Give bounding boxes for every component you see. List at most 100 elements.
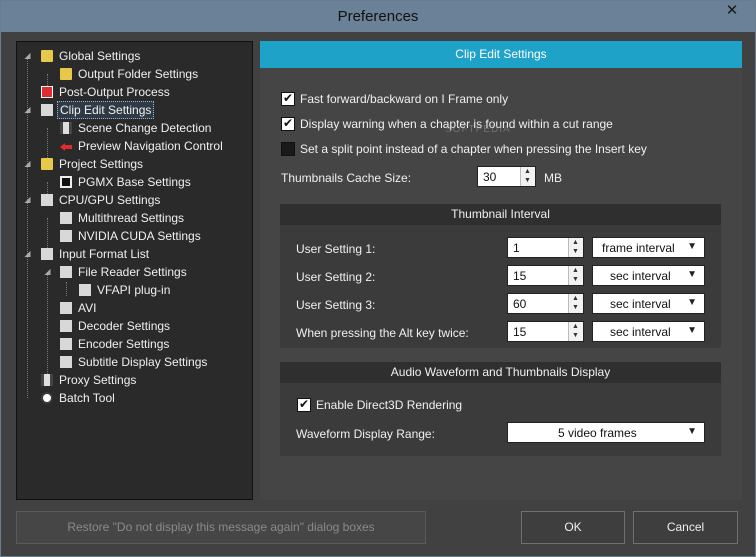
- folder-icon: [60, 68, 72, 80]
- folder-icon: [41, 50, 53, 62]
- tree-connector: [47, 272, 48, 376]
- audio-waveform-section: Audio Waveform and Thumbnails Display En…: [280, 362, 721, 456]
- tree-item-label: AVI: [78, 301, 97, 315]
- close-icon[interactable]: ✕: [717, 1, 747, 21]
- red-square-icon: [41, 86, 53, 98]
- settings-tree[interactable]: ◢ Global Settings Output Folder Settings…: [16, 41, 253, 500]
- waveform-range-label: Waveform Display Range:: [296, 427, 435, 441]
- watermark: SOFTPEDIA: [445, 124, 511, 135]
- chevron-down-icon: ▼: [687, 241, 697, 252]
- document-icon: [60, 302, 72, 314]
- cancel-button[interactable]: Cancel: [633, 511, 738, 544]
- window-title: Preferences: [337, 8, 419, 25]
- audio-waveform-title: Audio Waveform and Thumbnails Display: [280, 362, 721, 383]
- chapter-warning-checkbox[interactable]: [281, 116, 295, 131]
- split-point-label: Set a split point instead of a chapter w…: [300, 142, 647, 156]
- down-arrow-icon[interactable]: ▼: [572, 276, 579, 283]
- tree-item-label: Subtitle Display Settings: [78, 355, 208, 369]
- arrow-icon: [60, 140, 72, 152]
- title-bar[interactable]: Preferences ✕: [1, 1, 755, 32]
- document-icon: [41, 194, 53, 206]
- up-arrow-icon[interactable]: ▲: [572, 323, 579, 330]
- spinner-arrows[interactable]: ▲ ▼: [568, 322, 583, 341]
- user-setting-3-value: 60: [513, 297, 527, 311]
- tree-item-label: CPU/GPU Settings: [59, 193, 161, 207]
- document-icon: [60, 320, 72, 332]
- cache-size-spinner[interactable]: 30 ▲ ▼: [477, 166, 536, 187]
- collapse-icon[interactable]: ◢: [23, 105, 32, 114]
- user-setting-3-spinner[interactable]: 60 ▲ ▼: [507, 293, 584, 314]
- settings-panel: Clip Edit Settings Fast forward/backward…: [260, 41, 742, 500]
- document-icon: [60, 230, 72, 242]
- dropdown-value: sec interval: [610, 297, 671, 311]
- fast-forward-label: Fast forward/backward on I Frame only: [300, 92, 509, 106]
- split-point-checkbox[interactable]: [281, 142, 295, 156]
- restore-dialogs-button[interactable]: Restore "Do not display this message aga…: [16, 511, 426, 544]
- pgmx-icon: [60, 176, 72, 188]
- tree-item-label: VFAPI plug-in: [97, 283, 171, 297]
- film-icon: [60, 122, 72, 134]
- down-arrow-icon[interactable]: ▼: [524, 177, 531, 184]
- cache-size-unit: MB: [544, 171, 562, 185]
- up-arrow-icon[interactable]: ▲: [572, 267, 579, 274]
- alt-key-unit-dropdown[interactable]: sec interval ▼: [592, 321, 705, 342]
- user-setting-2-label: User Setting 2:: [296, 270, 376, 284]
- cache-size-value: 30: [483, 170, 497, 184]
- tree-item-label: Post-Output Process: [59, 85, 170, 99]
- document-icon: [41, 104, 53, 116]
- direct3d-checkbox[interactable]: [297, 397, 311, 412]
- chevron-down-icon: ▼: [687, 325, 697, 336]
- user-setting-1-unit-dropdown[interactable]: frame interval ▼: [592, 237, 705, 258]
- tree-connector: [47, 218, 48, 250]
- chevron-down-icon: ▼: [687, 426, 697, 437]
- user-setting-1-label: User Setting 1:: [296, 242, 376, 256]
- user-setting-2-unit-dropdown[interactable]: sec interval ▼: [592, 265, 705, 286]
- dropdown-value: sec interval: [610, 325, 671, 339]
- up-arrow-icon[interactable]: ▲: [572, 295, 579, 302]
- dropdown-value: frame interval: [602, 241, 675, 255]
- alt-key-value: 15: [513, 325, 527, 339]
- film-icon: [41, 374, 53, 386]
- thumbnail-interval-section: Thumbnail Interval User Setting 1: 1 ▲ ▼ …: [280, 204, 721, 348]
- direct3d-label: Enable Direct3D Rendering: [316, 398, 463, 412]
- panel-body: Fast forward/backward on I Frame only Di…: [260, 68, 742, 500]
- tree-item-label: File Reader Settings: [78, 265, 187, 279]
- tree-item-label: NVIDIA CUDA Settings: [78, 229, 201, 243]
- tree-item-label: Proxy Settings: [59, 373, 137, 387]
- monitor-icon: [79, 284, 91, 296]
- down-arrow-icon[interactable]: ▼: [572, 248, 579, 255]
- alt-key-label: When pressing the Alt key twice:: [296, 326, 469, 340]
- chevron-down-icon: ▼: [687, 269, 697, 280]
- thumbnail-interval-title: Thumbnail Interval: [280, 204, 721, 225]
- ok-button[interactable]: OK: [521, 511, 625, 544]
- collapse-icon[interactable]: ◢: [23, 51, 32, 60]
- collapse-icon[interactable]: ◢: [23, 249, 32, 258]
- spinner-arrows[interactable]: ▲ ▼: [568, 238, 583, 257]
- tree-item-label: Encoder Settings: [78, 337, 170, 351]
- down-arrow-icon[interactable]: ▼: [572, 304, 579, 311]
- fast-forward-checkbox[interactable]: [281, 91, 295, 106]
- collapse-icon[interactable]: ◢: [23, 159, 32, 168]
- document-icon: [60, 212, 72, 224]
- up-arrow-icon[interactable]: ▲: [524, 168, 531, 175]
- up-arrow-icon[interactable]: ▲: [572, 239, 579, 246]
- waveform-range-dropdown[interactable]: 5 video frames ▼: [507, 422, 705, 443]
- document-icon: [41, 248, 53, 260]
- collapse-icon[interactable]: ◢: [23, 195, 32, 204]
- spinner-arrows[interactable]: ▲ ▼: [568, 294, 583, 313]
- down-arrow-icon[interactable]: ▼: [572, 332, 579, 339]
- user-setting-2-value: 15: [513, 269, 527, 283]
- spinner-arrows[interactable]: ▲ ▼: [520, 167, 535, 186]
- user-setting-1-value: 1: [513, 241, 520, 255]
- tree-item-label: Batch Tool: [59, 391, 115, 405]
- spinner-arrows[interactable]: ▲ ▼: [568, 266, 583, 285]
- user-setting-1-spinner[interactable]: 1 ▲ ▼: [507, 237, 584, 258]
- chevron-down-icon: ▼: [687, 297, 697, 308]
- alt-key-spinner[interactable]: 15 ▲ ▼: [507, 321, 584, 342]
- user-setting-3-unit-dropdown[interactable]: sec interval ▼: [592, 293, 705, 314]
- tree-connector: [47, 128, 48, 160]
- tree-item-label: Output Folder Settings: [78, 67, 199, 81]
- tree-item-label: Input Format List: [59, 247, 150, 261]
- collapse-icon[interactable]: ◢: [43, 267, 52, 276]
- user-setting-2-spinner[interactable]: 15 ▲ ▼: [507, 265, 584, 286]
